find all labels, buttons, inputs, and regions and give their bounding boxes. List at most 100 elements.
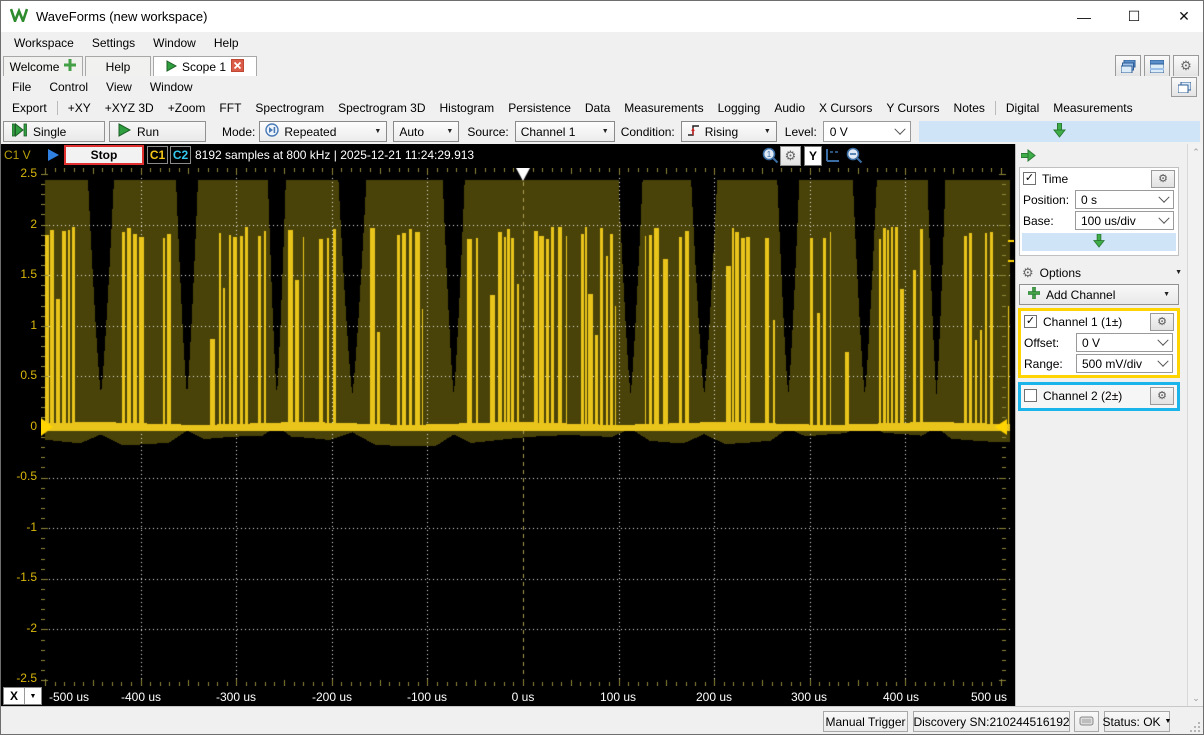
time-position-select[interactable]: 0 s	[1075, 190, 1174, 209]
time-title: Time	[1042, 172, 1068, 186]
zoom-1x-icon[interactable]: 1	[762, 147, 779, 167]
time-settings-gear-button[interactable]: ⚙	[1151, 170, 1175, 188]
toolbar-xy[interactable]: +XY	[61, 98, 98, 118]
single-button[interactable]: Single	[3, 121, 105, 142]
trigger-apply-button[interactable]	[919, 121, 1200, 142]
offset-label: Offset:	[1024, 336, 1059, 350]
level-input[interactable]: 0 V	[823, 121, 911, 142]
device-serial-button[interactable]: Discovery SN:210244516192	[913, 711, 1070, 732]
toolbar-data[interactable]: Data	[578, 98, 617, 118]
menu-settings[interactable]: Settings	[83, 33, 144, 53]
source-select[interactable]: Channel 1 ▼	[515, 121, 615, 142]
channel-1-settings-gear-button[interactable]: ⚙	[1150, 313, 1174, 331]
scope-menu-view[interactable]: View	[97, 77, 141, 97]
tab-welcome[interactable]: Welcome	[3, 56, 83, 76]
channel-2-group: Channel 2 (2±) ⚙	[1018, 382, 1180, 411]
dropdown-arrow-icon: ▼	[1163, 291, 1170, 298]
zoom-out-full-icon[interactable]	[846, 147, 863, 167]
toolbar-spectrogram[interactable]: Spectrogram	[248, 98, 331, 118]
scope-menu-window[interactable]: Window	[141, 77, 202, 97]
gear-icon: ⚙	[785, 148, 797, 164]
y-cursor-tool-icon[interactable]	[825, 148, 841, 166]
mode-select[interactable]: Repeated ▼	[259, 121, 387, 142]
collapse-panel-arrow-icon[interactable]	[1021, 149, 1036, 165]
toolbar-y-cursors[interactable]: Y Cursors	[879, 98, 946, 118]
toolbar-fft[interactable]: FFT	[212, 98, 248, 118]
channel-1-range-select[interactable]: 500 mV/div	[1076, 354, 1173, 373]
toolbar-spectrogram-3d[interactable]: Spectrogram 3D	[331, 98, 432, 118]
channel-1-offset-select[interactable]: 0 V	[1076, 333, 1173, 352]
green-down-arrow-icon	[1053, 123, 1066, 141]
channel-1-tab[interactable]: C1	[147, 146, 168, 164]
add-channel-button[interactable]: Add Channel ▼	[1019, 284, 1179, 305]
range-label: Range:	[1024, 357, 1063, 371]
y-axis-button[interactable]: Y	[804, 146, 822, 166]
stop-button[interactable]: Stop	[64, 145, 144, 165]
channel-2-title: Channel 2 (2±)	[1043, 389, 1122, 403]
channel-2-tab[interactable]: C2	[170, 146, 191, 164]
cascade-windows-button[interactable]	[1115, 55, 1141, 77]
channel-2-settings-gear-button[interactable]: ⚙	[1150, 387, 1174, 405]
tab-help[interactable]: Help	[85, 56, 151, 76]
time-base-select[interactable]: 100 us/div	[1075, 211, 1174, 230]
run-button[interactable]: Run	[109, 121, 206, 142]
time-apply-button[interactable]	[1022, 233, 1176, 251]
y-tick-label: 1	[1, 318, 37, 332]
add-instrument-icon[interactable]	[64, 59, 76, 74]
toolbar-digital-measurements[interactable]: Measurements	[1046, 98, 1139, 118]
chevron-down-icon	[894, 123, 905, 134]
chevron-down-icon	[1158, 212, 1169, 223]
device-select-button[interactable]	[1074, 711, 1099, 732]
scroll-down-icon[interactable]: ⌄	[1190, 692, 1202, 704]
status-ok-button[interactable]: Status: OK ▼	[1104, 711, 1170, 732]
y-tick-label: 1.5	[1, 267, 37, 281]
scope-menubar: File Control View Window	[1, 76, 1203, 97]
y-tick-label: -1	[1, 520, 37, 534]
x-tick-label: 300 us	[791, 690, 827, 704]
float-window-button[interactable]	[1171, 77, 1197, 97]
toolbar-xyz-3d[interactable]: +XYZ 3D	[98, 98, 161, 118]
close-scope-tab-icon[interactable]	[231, 59, 244, 75]
tile-windows-button[interactable]	[1144, 55, 1170, 77]
resize-grip[interactable]	[1190, 722, 1200, 732]
toolbar-persistence[interactable]: Persistence	[501, 98, 578, 118]
toolbar-zoom[interactable]: +Zoom	[161, 98, 213, 118]
manual-trigger-button[interactable]: Manual Trigger	[823, 711, 908, 732]
toolbar-x-cursors[interactable]: X Cursors	[812, 98, 879, 118]
chevron-down-icon	[1157, 334, 1168, 345]
scope-menu-control[interactable]: Control	[40, 77, 97, 97]
time-checkbox[interactable]: ✓	[1023, 172, 1036, 185]
condition-select[interactable]: Rising ▼	[681, 121, 777, 142]
toolbar-notes[interactable]: Notes	[947, 98, 992, 118]
menu-workspace[interactable]: Workspace	[5, 33, 83, 53]
toolbar-histogram[interactable]: Histogram	[433, 98, 502, 118]
options-row[interactable]: ⚙ Options ▼	[1019, 262, 1185, 283]
toolbar-audio[interactable]: Audio	[767, 98, 812, 118]
channel-1-checkbox[interactable]: ✓	[1024, 315, 1037, 328]
toolbar-digital[interactable]: Digital	[999, 98, 1046, 118]
toolbar-measurements[interactable]: Measurements	[617, 98, 710, 118]
plot-settings-gear-button[interactable]: ⚙	[780, 146, 801, 166]
toolbar-export[interactable]: Export	[5, 98, 54, 118]
minimize-button[interactable]: —	[1073, 6, 1095, 28]
toolbar-separator	[995, 101, 996, 115]
menu-help[interactable]: Help	[205, 33, 248, 53]
menu-window[interactable]: Window	[144, 33, 205, 53]
scope-menu-file[interactable]: File	[3, 77, 40, 97]
channel-2-checkbox[interactable]	[1024, 389, 1037, 402]
trigger-mode-select[interactable]: Auto ▼	[393, 121, 459, 142]
position-label: Position:	[1023, 193, 1069, 207]
workspace-settings-gear-button[interactable]: ⚙	[1173, 55, 1199, 77]
green-down-arrow-icon	[1093, 234, 1105, 251]
close-button[interactable]: ✕	[1173, 6, 1195, 28]
scope-plot-area: C1 V Stop C1 C2 8192 samples at 800 kHz …	[1, 144, 1015, 706]
maximize-button[interactable]: ☐	[1123, 6, 1145, 28]
tab-scope-1[interactable]: Scope 1	[153, 56, 257, 77]
scroll-up-icon[interactable]: ⌃	[1190, 146, 1202, 158]
acquisition-status-text: 8192 samples at 800 kHz | 2025-12-21 11:…	[195, 148, 474, 162]
toolbar-logging[interactable]: Logging	[711, 98, 768, 118]
single-acquire-icon	[12, 123, 27, 140]
x-axis-button[interactable]: X ▼	[3, 687, 42, 705]
waveform-canvas[interactable]	[41, 168, 1014, 686]
panel-scrollbar[interactable]: ⌃ ⌄	[1187, 144, 1204, 706]
